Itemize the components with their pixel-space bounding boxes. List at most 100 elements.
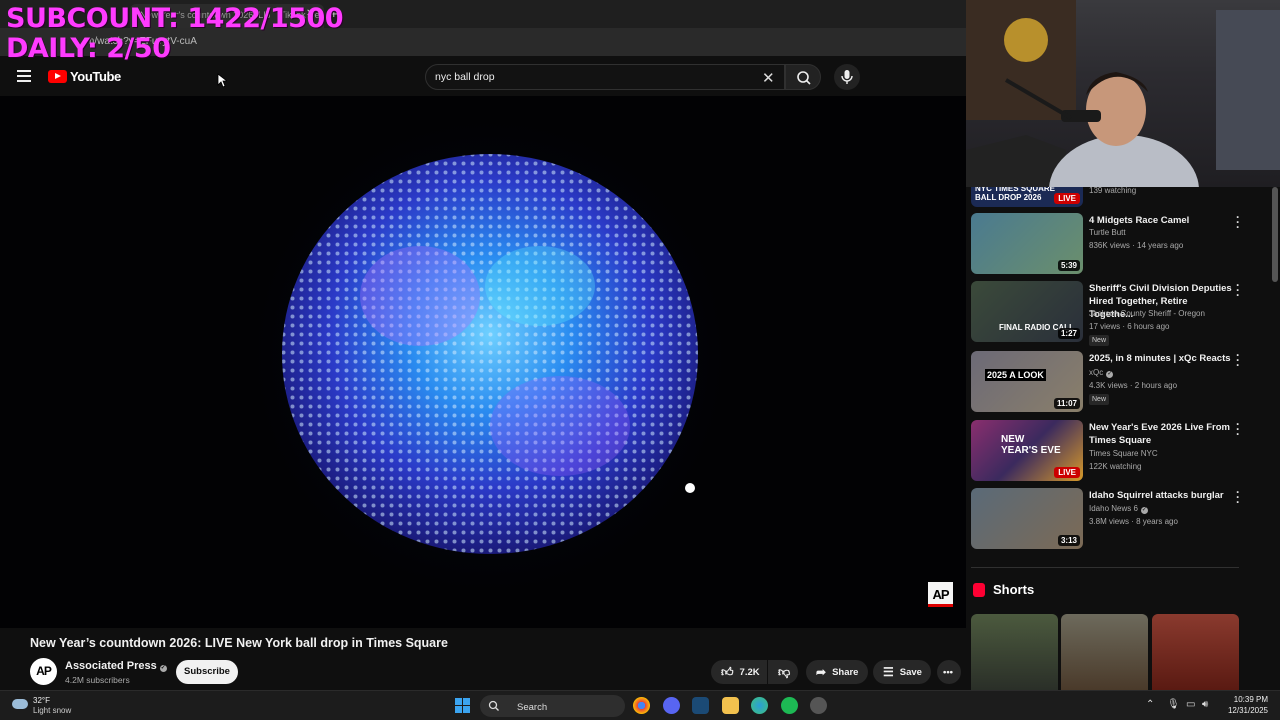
recommendation-channel: Times Square NYC	[1089, 449, 1158, 458]
clock-time[interactable]: 10:39 PM	[1232, 695, 1268, 704]
recommendation-item[interactable]: NYC TIMES SQUARE BALL DROP 2026 LIVE 139…	[971, 187, 1261, 207]
verified-icon: ✓	[1106, 371, 1114, 378]
ball-drop-video-frame	[230, 96, 750, 616]
channel-name[interactable]: Associated Press ✓	[65, 660, 167, 672]
weather-temperature[interactable]: 32°F	[33, 696, 50, 705]
share-button[interactable]: ➦ Share	[806, 660, 868, 684]
sidebar-scrollbar[interactable]	[1272, 187, 1278, 282]
recommendation-item[interactable]: NEW YEAR'S EVE LIVE New Year's Eve 2026 …	[971, 418, 1261, 484]
view-meta: 3.8M views · 8 years ago	[1089, 517, 1178, 526]
live-badge: LIVE	[1054, 193, 1080, 204]
duration-badge: 1:27	[1057, 328, 1080, 339]
more-actions-button[interactable]: •••	[937, 660, 961, 684]
more-horizontal-icon: •••	[943, 666, 953, 678]
recommendation-channel: Idaho News 6 ✓	[1089, 504, 1148, 514]
short-thumbnail[interactable]	[971, 614, 1058, 690]
like-button[interactable]: 👍︎ 7.2K	[711, 660, 767, 684]
verified-icon: ✓	[1140, 507, 1148, 514]
obs-icon[interactable]	[810, 697, 827, 714]
clock-date[interactable]: 12/31/2025	[1220, 706, 1268, 715]
weather-description[interactable]: Light snow	[33, 706, 71, 715]
discord-icon[interactable]	[663, 697, 680, 714]
microphone-tray-icon[interactable]: 🎙︎	[1167, 699, 1180, 710]
taskbar-search-label: Search	[517, 702, 548, 713]
edge-icon[interactable]	[751, 697, 768, 714]
video-player[interactable]: AP	[0, 96, 966, 628]
subscribe-button[interactable]: Subscribe	[176, 660, 238, 684]
like-count: 7.2K	[739, 666, 760, 678]
spotify-icon[interactable]	[781, 697, 798, 714]
tray-chevron-up-icon[interactable]: ⌃	[1146, 699, 1154, 710]
daily-overlay: DAILY: 2/50	[6, 33, 171, 64]
video-thumbnail: 2025 A LOOK 11:07	[971, 351, 1083, 412]
mouse-cursor-icon	[217, 73, 227, 88]
chrome-icon[interactable]	[633, 697, 650, 714]
channel-text: xQc	[1089, 368, 1104, 377]
search-icon	[797, 71, 811, 85]
recommendation-title: Idaho Squirrel attacks burglar	[1089, 490, 1224, 501]
search-input-value: nyc ball drop	[435, 71, 495, 83]
more-vertical-icon[interactable]: · · ·	[1234, 279, 1242, 301]
more-vertical-icon[interactable]: · · ·	[1234, 418, 1242, 440]
recommendation-channel: Jackson County Sheriff - Oregon	[1089, 309, 1205, 318]
duration-badge: 11:07	[1053, 398, 1080, 409]
video-thumbnail: 5:39	[971, 213, 1083, 274]
dislike-button[interactable]: 👎︎	[768, 660, 798, 684]
taskbar-search[interactable]: Search	[480, 695, 625, 717]
weather-cloud-icon[interactable]	[12, 699, 28, 709]
view-meta: 836K views · 14 years ago	[1089, 241, 1184, 250]
live-badge: LIVE	[1054, 467, 1080, 478]
save-button[interactable]: ☰ Save	[873, 660, 931, 684]
save-label: Save	[899, 666, 922, 678]
recommendation-item[interactable]: 2025 A LOOK 11:07 2025, in 8 minutes | x…	[971, 349, 1261, 415]
share-label: Share	[832, 666, 859, 678]
short-thumbnail[interactable]	[1152, 614, 1239, 690]
windows-taskbar: 32°F Light snow Search ⌃ 🎙︎ ▭ 🔊︎ 10:39 P…	[0, 690, 1280, 720]
view-meta: 17 views · 6 hours ago	[1089, 322, 1170, 331]
verified-icon: ✓	[159, 665, 167, 672]
steam-icon[interactable]	[692, 697, 709, 714]
video-thumbnail: NYC TIMES SQUARE BALL DROP 2026 LIVE	[971, 187, 1083, 207]
short-thumbnail[interactable]	[1061, 614, 1148, 690]
duration-badge: 3:13	[1057, 535, 1080, 546]
shorts-label: Shorts	[993, 582, 1035, 597]
ap-watermark: AP	[928, 582, 953, 607]
recommendation-channel: Turtle Butt	[1089, 228, 1126, 237]
channel-avatar[interactable]: AP	[30, 658, 57, 685]
thumbnail-text: NEW YEAR'S EVE	[1001, 434, 1061, 456]
video-thumbnail: FINAL RADIO CALL 1:27	[971, 281, 1083, 342]
subscriber-count: 4.2M subscribers	[65, 675, 130, 685]
search-icon	[488, 700, 499, 711]
thumbnail-text: 2025 A LOOK	[985, 369, 1046, 381]
video-thumbnail: 3:13	[971, 488, 1083, 549]
volume-icon[interactable]: 🔊︎	[1202, 699, 1208, 710]
hamburger-menu-icon[interactable]	[17, 70, 31, 82]
youtube-logo-text: YouTube	[70, 69, 121, 84]
recommendation-item[interactable]: 5:39 4 Midgets Race Camel Turtle Butt 83…	[971, 211, 1261, 277]
search-button[interactable]	[785, 64, 821, 90]
subcount-overlay: SUBCOUNT: 1422/1500	[6, 3, 344, 34]
more-vertical-icon[interactable]: · · ·	[1234, 211, 1242, 233]
sidebar-divider	[971, 567, 1239, 568]
view-meta: 4.3K views · 2 hours ago	[1089, 381, 1178, 390]
windows-start-icon[interactable]	[455, 698, 470, 713]
new-badge: New	[1089, 335, 1110, 346]
view-meta: 139 watching	[1089, 187, 1137, 195]
more-vertical-icon[interactable]: · · ·	[1234, 349, 1242, 371]
save-playlist-icon: ☰	[883, 665, 894, 679]
clear-icon[interactable]: ✕	[762, 69, 775, 87]
file-explorer-icon[interactable]	[722, 697, 739, 714]
youtube-logo[interactable]: YouTube	[48, 69, 121, 84]
recommendation-item[interactable]: FINAL RADIO CALL 1:27 Sheriff's Civil Di…	[971, 279, 1261, 346]
shorts-icon	[973, 582, 985, 597]
network-icon[interactable]: ▭	[1186, 699, 1195, 710]
more-vertical-icon[interactable]: · · ·	[1234, 486, 1242, 508]
voice-search-button[interactable]	[834, 64, 860, 90]
video-thumbnail: NEW YEAR'S EVE LIVE	[971, 420, 1083, 481]
search-input[interactable]: nyc ball drop ✕	[425, 64, 785, 90]
recommendation-title: 4 Midgets Race Camel	[1089, 215, 1190, 226]
recommendation-title: 2025, in 8 minutes | xQc Reacts	[1089, 353, 1231, 364]
thumbs-down-icon: 👎︎	[778, 664, 791, 679]
youtube-play-icon	[48, 70, 67, 83]
recommendation-item[interactable]: 3:13 Idaho Squirrel attacks burglar Idah…	[971, 486, 1261, 552]
